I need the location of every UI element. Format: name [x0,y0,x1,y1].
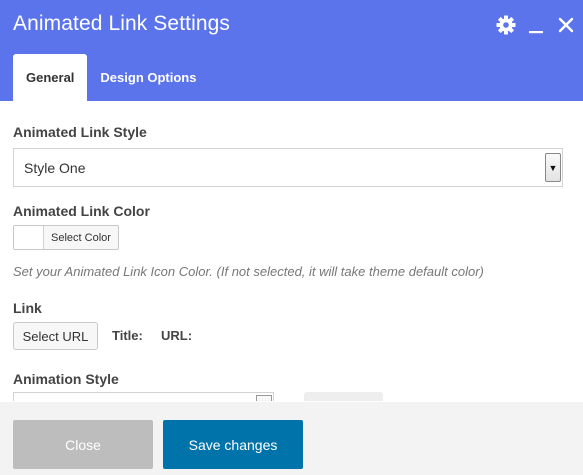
close-button[interactable]: Close [13,420,153,469]
style-select[interactable]: Style One ▼ [13,148,563,187]
dialog-title: Animated Link Settings [13,12,230,35]
header-controls [495,14,577,36]
tab-bar: General Design Options [13,54,209,101]
tab-general[interactable]: General [13,54,88,101]
animation-label: Animation Style [13,371,119,387]
color-help-text: Set your Animated Link Icon Color. (If n… [13,264,484,279]
save-changes-button[interactable]: Save changes [163,420,303,469]
select-url-button[interactable]: Select URL [13,322,98,350]
animation-chevron-down-icon[interactable] [256,395,272,401]
settings-form: Animated Link Style Style One ▼ Animated… [13,101,565,401]
dialog-footer: Close Save changes [0,402,583,475]
minimize-icon[interactable] [525,14,547,36]
link-url-label: URL: [161,328,193,343]
link-title-label: Title: [112,328,143,343]
tab-design-options[interactable]: Design Options [87,54,209,101]
select-color-button[interactable]: Select Color [13,225,119,250]
color-label: Animated Link Color [13,203,150,219]
close-icon[interactable] [555,14,577,36]
chevron-down-icon[interactable]: ▼ [545,153,561,182]
link-label: Link [13,300,42,316]
animation-preview-button[interactable] [304,392,383,401]
animation-select[interactable] [13,392,274,401]
style-select-value: Style One [24,160,86,176]
dialog-header: Animated Link Settings General Design Op… [0,0,583,101]
gear-icon[interactable] [495,14,517,36]
style-label: Animated Link Style [13,124,147,140]
color-swatch[interactable] [14,226,44,249]
select-color-label: Select Color [51,231,111,244]
